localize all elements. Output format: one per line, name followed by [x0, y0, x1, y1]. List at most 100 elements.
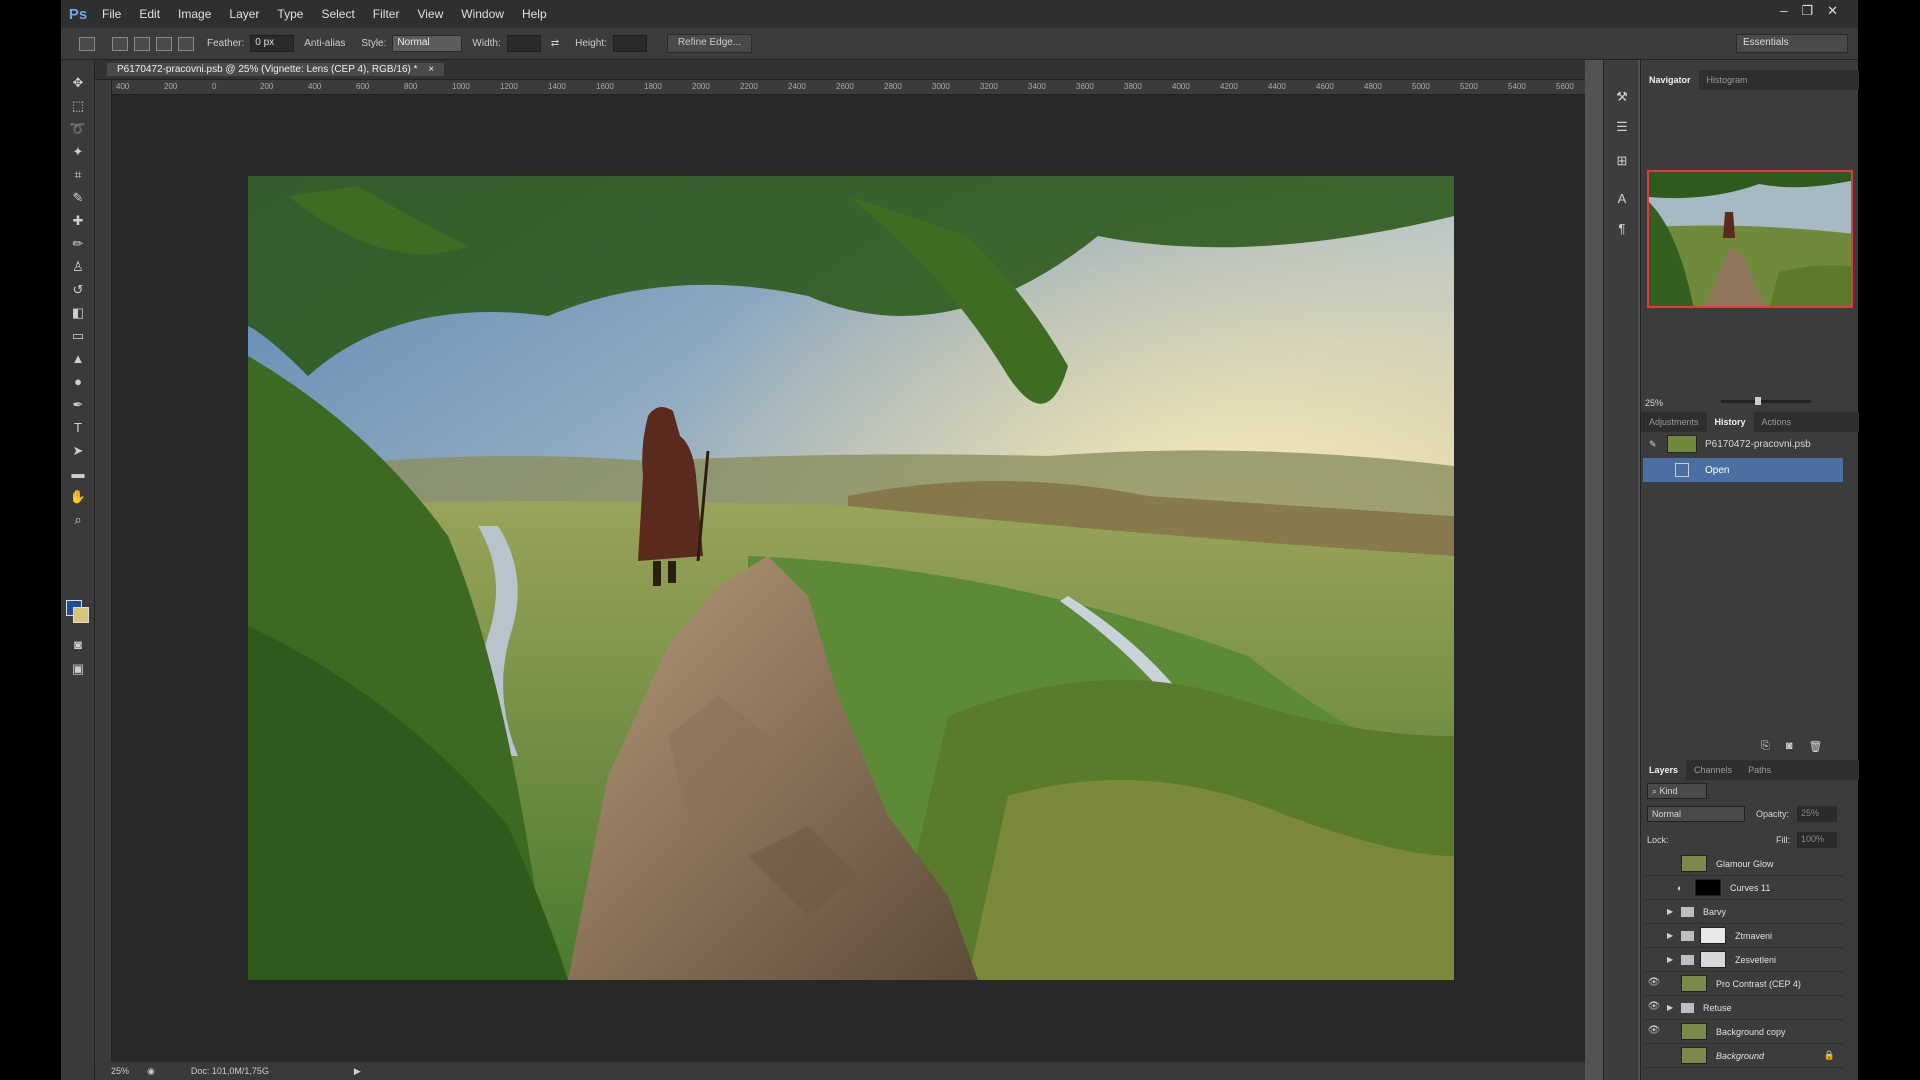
visibility-toggle[interactable]: [1647, 1049, 1661, 1063]
layer-group-zesvetleni[interactable]: ▶ Zesvetleni: [1643, 948, 1845, 972]
layer-glamour-glow[interactable]: Glamour Glow: [1643, 852, 1845, 876]
blend-mode-select[interactable]: Normal: [1647, 806, 1745, 822]
visibility-toggle[interactable]: [1647, 929, 1661, 943]
visibility-toggle[interactable]: [1647, 905, 1661, 919]
eye-icon[interactable]: 👁: [1647, 977, 1661, 991]
layer-group-retuse[interactable]: 👁 ▶ Retuse: [1643, 996, 1845, 1020]
minimize-icon[interactable]: –: [1780, 3, 1787, 19]
expand-arrow-icon[interactable]: ▶: [1667, 1003, 1677, 1012]
tab-paths[interactable]: Paths: [1740, 760, 1779, 780]
screen-mode-icon[interactable]: ▣: [69, 660, 87, 678]
paragraph-panel-icon[interactable]: ¶: [1613, 220, 1631, 238]
opacity-input[interactable]: 25%: [1797, 806, 1837, 822]
history-brush-tool-icon[interactable]: ↺: [69, 281, 87, 299]
layer-filter-kind[interactable]: ⌕ Kind: [1647, 783, 1707, 799]
vertical-ruler[interactable]: [95, 80, 112, 1065]
close-document-icon[interactable]: ×: [428, 64, 434, 75]
tab-adjustments[interactable]: Adjustments: [1641, 412, 1707, 432]
expand-arrow-icon[interactable]: ▶: [1667, 955, 1677, 964]
intersect-selection-icon[interactable]: [178, 36, 194, 51]
clone-stamp-tool-icon[interactable]: ♙: [69, 258, 87, 276]
expand-arrow-icon[interactable]: ▶: [1667, 931, 1677, 940]
adjustments-panel-icon[interactable]: ⊞: [1613, 152, 1631, 170]
menu-help[interactable]: Help: [513, 7, 556, 21]
healing-brush-tool-icon[interactable]: ✚: [69, 212, 87, 230]
zoom-tool-icon[interactable]: ⌕: [69, 511, 87, 529]
blur-tool-icon[interactable]: ▲: [69, 350, 87, 368]
marquee-tool-icon[interactable]: ⬚: [69, 97, 87, 115]
navigator-zoom-thumb[interactable]: [1755, 397, 1761, 405]
layer-background-copy[interactable]: 👁 Background copy: [1643, 1020, 1845, 1044]
menu-layer[interactable]: Layer: [220, 7, 268, 21]
properties-panel-icon[interactable]: ☰: [1613, 118, 1631, 136]
close-icon[interactable]: ✕: [1827, 3, 1838, 19]
menu-window[interactable]: Window: [452, 7, 513, 21]
menu-type[interactable]: Type: [268, 7, 312, 21]
eye-icon[interactable]: 👁: [1647, 1025, 1661, 1039]
restore-icon[interactable]: ❐: [1801, 3, 1813, 19]
gradient-tool-icon[interactable]: ▭: [69, 327, 87, 345]
new-selection-icon[interactable]: [112, 36, 128, 51]
visibility-toggle[interactable]: [1647, 857, 1661, 871]
snapshot-camera-icon[interactable]: ◙: [1786, 740, 1793, 753]
tab-histogram[interactable]: Histogram: [1699, 70, 1756, 90]
trash-icon[interactable]: 🗑: [1808, 740, 1822, 753]
horizontal-ruler[interactable]: 400 200 0 200 400 600 800 1000 1200 1400 1600 1800 2…: [112, 80, 1585, 95]
style-select[interactable]: Normal: [392, 35, 463, 52]
navigator-zoom-slider[interactable]: [1721, 397, 1811, 405]
menu-filter[interactable]: Filter: [364, 7, 409, 21]
marquee-tool-preset-icon[interactable]: [79, 36, 95, 51]
path-selection-tool-icon[interactable]: ➤: [69, 442, 87, 460]
status-menu-arrow-icon[interactable]: ▶: [354, 1066, 361, 1077]
menu-view[interactable]: View: [408, 7, 452, 21]
visibility-toggle[interactable]: [1647, 881, 1661, 895]
subtract-selection-icon[interactable]: [156, 36, 172, 51]
layer-curves-11[interactable]: ◐ Curves 11: [1643, 876, 1845, 900]
layer-pro-contrast[interactable]: 👁 Pro Contrast (CEP 4): [1643, 972, 1845, 996]
expand-arrow-icon[interactable]: ▶: [1667, 907, 1677, 916]
history-panel-icon[interactable]: ⚒: [1613, 88, 1631, 106]
history-state-open[interactable]: Open: [1643, 458, 1843, 482]
eraser-tool-icon[interactable]: ◧: [69, 304, 87, 322]
eye-icon[interactable]: 👁: [1647, 1001, 1661, 1015]
character-panel-icon[interactable]: A: [1613, 190, 1631, 208]
brush-tool-icon[interactable]: ✏: [69, 235, 87, 253]
layer-mask-thumbnail[interactable]: [1700, 951, 1726, 968]
tab-history[interactable]: History: [1706, 412, 1754, 432]
layer-group-barvy[interactable]: ▶ Barvy: [1643, 900, 1845, 924]
history-snapshot[interactable]: ✎ P6170472-pracovni.psb: [1643, 432, 1843, 456]
background-color-swatch[interactable]: [73, 607, 89, 623]
layer-group-ztmaveni[interactable]: ▶ Ztmaveni: [1643, 924, 1845, 948]
status-info-icon[interactable]: ◉: [147, 1066, 155, 1077]
feather-input[interactable]: 0 px: [250, 35, 295, 52]
tab-channels[interactable]: Channels: [1686, 760, 1740, 780]
add-selection-icon[interactable]: [134, 36, 150, 51]
layer-background[interactable]: Background 🔒: [1643, 1044, 1845, 1068]
tab-actions[interactable]: Actions: [1754, 412, 1800, 432]
layer-mask-thumbnail[interactable]: [1695, 879, 1721, 896]
navigator-zoom[interactable]: 25%: [1645, 398, 1663, 408]
type-tool-icon[interactable]: T: [69, 419, 87, 437]
rectangle-tool-icon[interactable]: ▬: [69, 465, 87, 483]
magic-wand-tool-icon[interactable]: ✦: [69, 143, 87, 161]
swap-icon[interactable]: ⇄: [551, 38, 559, 49]
new-document-from-state-icon[interactable]: ⎘: [1761, 740, 1770, 753]
menu-edit[interactable]: Edit: [130, 7, 169, 21]
refine-edge-button[interactable]: Refine Edge...: [666, 34, 753, 53]
quick-mask-icon[interactable]: ◙: [69, 636, 87, 654]
height-input[interactable]: [612, 35, 647, 52]
width-input[interactable]: [506, 35, 541, 52]
crop-tool-icon[interactable]: ⌗: [69, 166, 87, 184]
workspace-select[interactable]: Essentials: [1736, 34, 1848, 53]
zoom-level[interactable]: 25%: [111, 1066, 129, 1076]
document-tab[interactable]: P6170472-pracovni.psb @ 25% (Vignette: L…: [107, 63, 445, 76]
visibility-toggle[interactable]: [1647, 953, 1661, 967]
dodge-tool-icon[interactable]: ●: [69, 373, 87, 391]
menu-select[interactable]: Select: [312, 7, 363, 21]
antialias-checkbox-label[interactable]: Anti-alias: [304, 38, 345, 49]
document-image[interactable]: [248, 176, 1454, 980]
eyedropper-tool-icon[interactable]: ✎: [69, 189, 87, 207]
menu-image[interactable]: Image: [169, 7, 220, 21]
layer-mask-thumbnail[interactable]: [1700, 927, 1726, 944]
move-tool-icon[interactable]: ✥: [69, 74, 87, 92]
